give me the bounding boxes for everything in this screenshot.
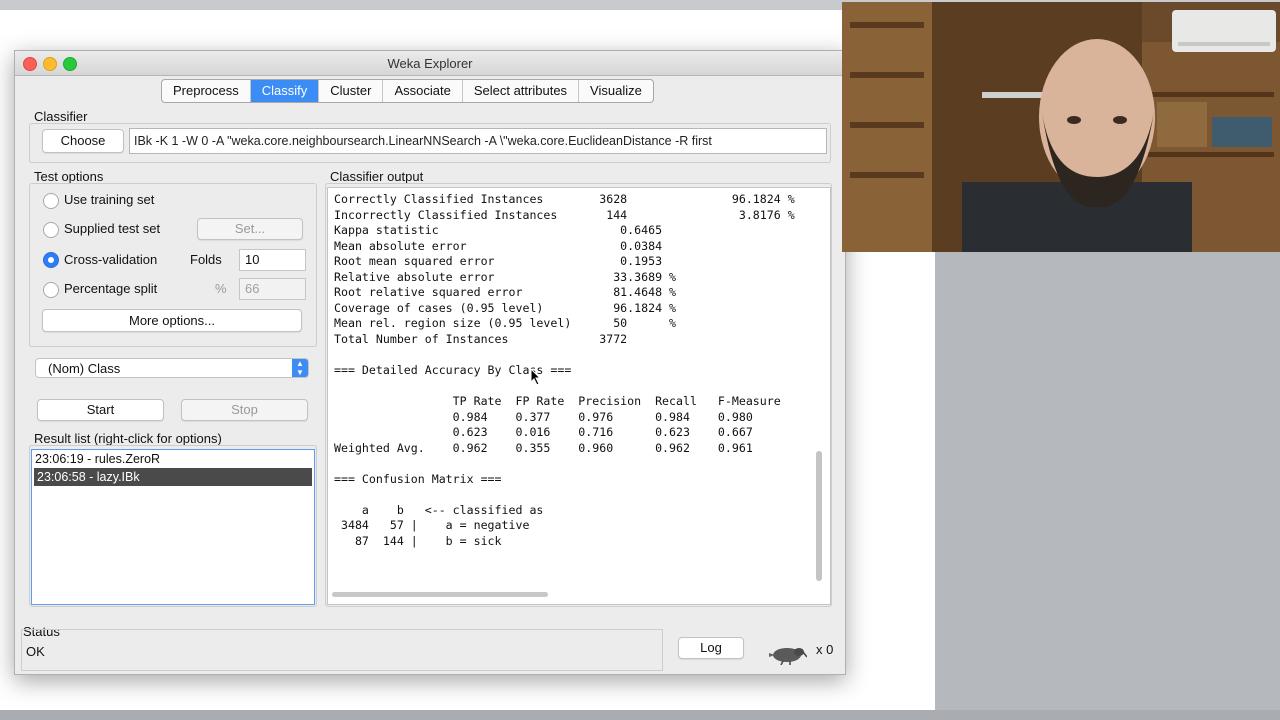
classifier-output-label: Classifier output	[330, 169, 424, 184]
set-test-set-button[interactable]: Set...	[197, 218, 303, 240]
vertical-scrollbar[interactable]	[816, 451, 822, 581]
test-options-label: Test options	[34, 169, 104, 184]
classifier-command-field[interactable]: IBk -K 1 -W 0 -A "weka.core.neighboursea…	[129, 128, 827, 154]
tab-select-attributes[interactable]: Select attributes	[463, 80, 580, 102]
result-item-ibk[interactable]: 23:06:58 - lazy.IBk	[34, 468, 312, 486]
percentage-input[interactable]: 66	[239, 278, 306, 300]
status-text: OK	[26, 644, 45, 659]
class-attribute-select[interactable]: (Nom) Class ▲ ▼	[35, 358, 309, 378]
horizontal-scrollbar[interactable]	[332, 592, 548, 597]
percentage-split-label: Percentage split	[64, 281, 158, 296]
desktop-bottom-strip	[0, 710, 1280, 720]
tab-associate[interactable]: Associate	[383, 80, 463, 102]
tab-preprocess[interactable]: Preprocess	[162, 80, 251, 102]
cross-validation-label: Cross-validation	[64, 252, 158, 267]
classifier-output-text: Correctly Classified Instances 3628 96.1…	[334, 192, 795, 549]
percentage-split-radio[interactable]	[43, 282, 59, 298]
result-list-label: Result list (right-click for options)	[34, 431, 222, 446]
folds-input[interactable]: 10	[239, 249, 306, 271]
result-list[interactable]: 23:06:19 - rules.ZeroR 23:06:58 - lazy.I…	[31, 449, 315, 605]
start-button[interactable]: Start	[37, 399, 164, 421]
webcam-video-feed	[842, 2, 1280, 252]
tab-classify[interactable]: Classify	[250, 80, 320, 102]
cross-validation-radio[interactable]	[43, 252, 59, 268]
choose-classifier-button[interactable]: Choose	[42, 129, 124, 153]
title-bar[interactable]: Weka Explorer	[15, 51, 845, 76]
weka-explorer-window: Weka Explorer Preprocess Classify Cluste…	[14, 50, 846, 675]
tab-visualize[interactable]: Visualize	[579, 80, 653, 102]
supplied-test-set-radio[interactable]	[43, 222, 59, 238]
folds-label: Folds	[190, 252, 222, 267]
classifier-group-label: Classifier	[34, 109, 88, 124]
desktop-background	[935, 250, 1280, 720]
supplied-test-set-label: Supplied test set	[64, 221, 161, 236]
stop-button[interactable]: Stop	[181, 399, 308, 421]
use-training-set-label: Use training set	[64, 192, 155, 207]
tab-cluster[interactable]: Cluster	[319, 80, 384, 102]
chevron-up-down-icon: ▲ ▼	[292, 359, 308, 377]
mouse-pointer-icon	[530, 368, 542, 386]
task-count: x 0	[816, 642, 834, 657]
class-attribute-value: (Nom) Class	[48, 361, 121, 376]
log-button[interactable]: Log	[678, 637, 744, 659]
result-item-zeror[interactable]: 23:06:19 - rules.ZeroR	[32, 450, 314, 468]
use-training-set-radio[interactable]	[43, 193, 59, 209]
percent-symbol: %	[215, 281, 227, 296]
window-title: Weka Explorer	[387, 56, 473, 71]
weka-bird-icon	[769, 648, 807, 665]
classifier-output-area[interactable]: Correctly Classified Instances 3628 96.1…	[327, 187, 831, 605]
main-tabs: Preprocess Classify Cluster Associate Se…	[161, 79, 654, 103]
status-box: OK	[21, 629, 663, 671]
more-options-button[interactable]: More options...	[42, 309, 302, 332]
